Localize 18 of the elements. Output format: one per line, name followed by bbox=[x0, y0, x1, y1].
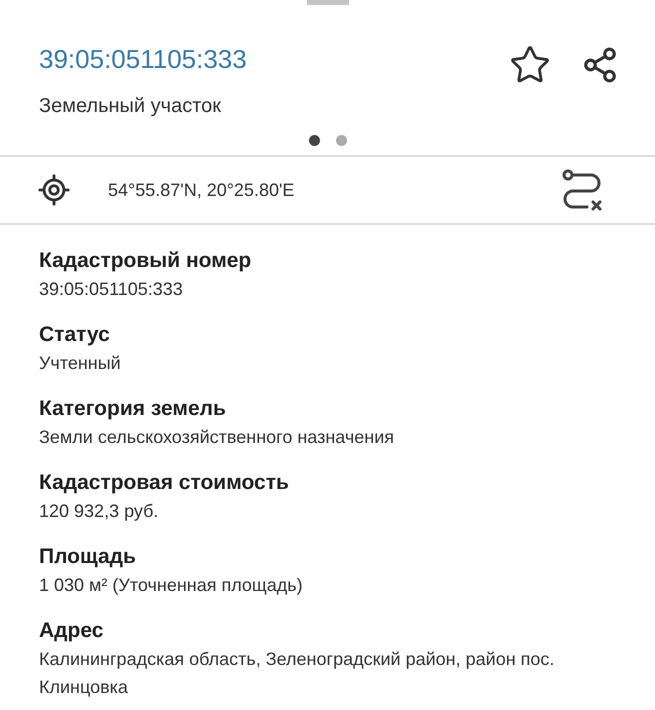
field-label: Статус bbox=[39, 322, 111, 348]
location-icon[interactable] bbox=[37, 173, 71, 207]
field-label: Площадь bbox=[39, 544, 137, 570]
field-label: Кадастровая стоимость bbox=[39, 470, 290, 496]
parcel-type: Земельный участок bbox=[39, 94, 222, 119]
field-value: 39:05:051105:333 bbox=[39, 278, 184, 301]
parcel-title: 39:05:051105:333 bbox=[39, 43, 247, 76]
drag-handle[interactable] bbox=[306, 0, 348, 5]
field-value: Калининградская область, Зеленоградский район, район пос. Клинцовка bbox=[39, 648, 556, 699]
field-label: Кадастровый номер bbox=[39, 248, 252, 274]
field-value: 1 030 м² (Уточненная площадь) bbox=[39, 574, 304, 597]
field-label: Адрес bbox=[39, 618, 104, 644]
coordinates-text: 54°55.87'N, 20°25.80'E bbox=[108, 178, 294, 202]
share-button[interactable] bbox=[581, 46, 619, 84]
field-label: Категория земель bbox=[39, 396, 227, 422]
field-value: 120 932,3 руб. bbox=[39, 500, 160, 523]
field-value: Учтенный bbox=[39, 352, 122, 375]
field-value: Земли сельскохозяйственного назначения bbox=[39, 426, 396, 449]
